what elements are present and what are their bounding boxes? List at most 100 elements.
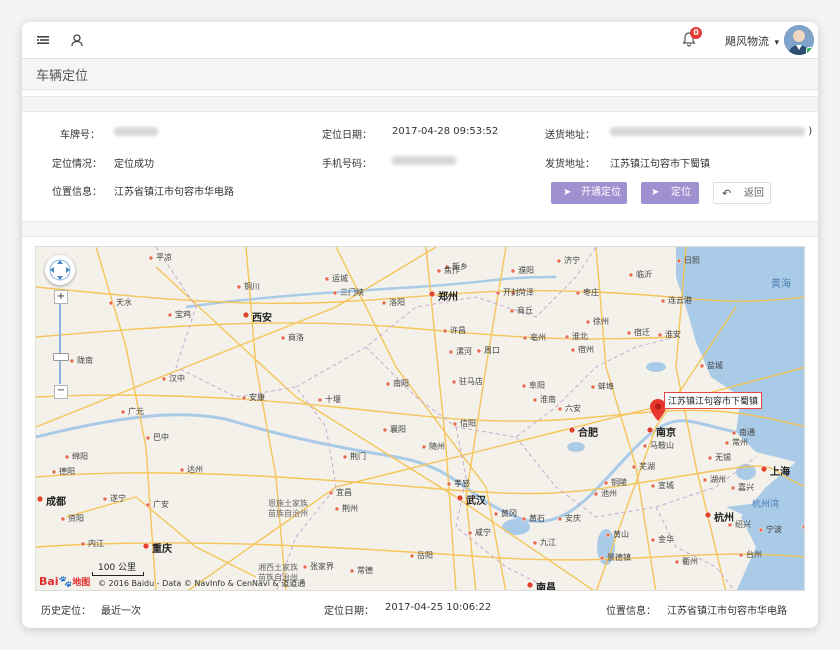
city-label: 台州	[746, 550, 762, 559]
city-label: 铜陵	[611, 478, 627, 487]
city-dot	[493, 511, 499, 517]
map-view[interactable]: 平凉 运城 焦作 新乡 濮阳 济宁 临沂 日照 铜川 三门峡 天水 宝鸡 西安 洛阳 郑州 开封 菏泽 枣庄 连云港…	[35, 246, 805, 591]
city-label: 铜川	[244, 282, 260, 291]
status-label: 定位情况：	[52, 159, 102, 170]
city-dot	[642, 443, 648, 449]
city-dot	[167, 312, 173, 318]
city-label: 宁波	[766, 525, 782, 534]
city-label: 内江	[88, 539, 104, 548]
city-dot	[69, 358, 75, 364]
baidu-logo: Bai🐾地图	[39, 575, 91, 588]
avatar[interactable]	[784, 25, 814, 55]
city-dot	[102, 496, 108, 502]
city-label: 平凉	[156, 253, 172, 262]
city-label: 嘉兴	[738, 483, 754, 492]
city-dot	[302, 564, 308, 570]
zoom-slider-handle[interactable]	[53, 353, 69, 361]
city-label: 黄石	[529, 514, 545, 523]
city-label: 信阳	[460, 419, 476, 428]
city-label: 荆州	[342, 504, 358, 513]
city-label: 菏泽	[518, 288, 534, 297]
city-dot	[532, 397, 538, 403]
zoom-in-button[interactable]: +	[54, 290, 68, 304]
city-label: 商丘	[517, 306, 533, 315]
city-dot	[280, 335, 286, 341]
top-bar: 0 飓风物流 ▾	[22, 22, 818, 59]
road	[36, 465, 804, 495]
city-label: 西安	[252, 313, 272, 324]
city-label: 常州	[732, 438, 748, 447]
city-dot	[409, 553, 415, 559]
phone-label: 手机号码：	[322, 159, 372, 170]
chevron-down-icon: ▾	[774, 38, 780, 48]
phone-value	[392, 155, 456, 166]
city-dot	[532, 540, 538, 546]
city-label: 宿迁	[634, 328, 650, 337]
city-dot	[702, 477, 708, 483]
city-dot	[332, 290, 338, 296]
city-label: 资阳	[68, 514, 84, 523]
city-label: 张家界	[310, 562, 334, 571]
city-dot	[242, 311, 250, 319]
city-label: 日照	[684, 256, 700, 265]
menu-toggle-icon[interactable]	[36, 32, 52, 48]
ship-value: 江苏镇江句容市下蜀镇	[610, 159, 710, 170]
city-dot	[564, 334, 570, 340]
city-label: 许昌	[450, 326, 466, 335]
delivery-value: )	[610, 126, 812, 137]
city-label: 陇南	[77, 356, 93, 365]
city-label: 金华	[658, 535, 674, 544]
city-label: 漯河	[456, 347, 472, 356]
city-label: 马鞍山	[650, 441, 674, 450]
city-dot	[707, 455, 713, 461]
open-location-button[interactable]: ➤ 开通定位	[551, 182, 627, 204]
city-label: 宣城	[658, 481, 674, 490]
zoom-out-button[interactable]: −	[54, 385, 68, 399]
locate-label: 定位	[671, 187, 691, 198]
city-label: 十堰	[325, 395, 341, 404]
city-label: 驻马店	[459, 377, 483, 386]
user-menu[interactable]: 飓风物流 ▾	[725, 33, 779, 49]
undo-icon: ↶	[722, 187, 732, 200]
position-value: 江苏省镇江市句容市华电路	[114, 187, 234, 198]
city-dot	[328, 490, 334, 496]
city-dot	[660, 298, 666, 304]
notification-badge: 0	[690, 27, 702, 39]
city-label: 德阳	[59, 467, 75, 476]
city-label: 淮安	[665, 330, 681, 339]
city-label: 安康	[249, 393, 265, 402]
city-label: 合肥	[578, 428, 598, 439]
locate-button[interactable]: ➤ 定位	[641, 182, 699, 204]
city-dot	[456, 494, 464, 502]
pan-control[interactable]	[45, 255, 75, 285]
city-dot	[80, 541, 86, 547]
city-label: 湖州	[710, 475, 726, 484]
city-dot	[650, 483, 656, 489]
city-dot	[724, 440, 730, 446]
sea-label: 黄海	[771, 279, 791, 290]
back-button[interactable]: ↶ 返回	[713, 182, 771, 204]
city-label: 连云港	[668, 296, 692, 305]
city-dot	[179, 467, 185, 473]
city-label: 池州	[601, 489, 617, 498]
city-label: 南阳	[393, 379, 409, 388]
city-dot	[526, 581, 534, 589]
city-dot	[628, 272, 634, 278]
city-dot	[108, 300, 114, 306]
position-label: 位置信息：	[52, 187, 102, 198]
city-dot	[495, 290, 501, 296]
city-label: 阜阳	[529, 381, 545, 390]
city-dot	[467, 530, 473, 536]
zoom-slider-track[interactable]	[59, 304, 61, 384]
city-dot	[236, 284, 242, 290]
city-label: 徐州	[593, 317, 609, 326]
city-dot	[317, 397, 323, 403]
city-dot	[442, 328, 448, 334]
city-dot	[585, 319, 591, 325]
city-label: 运城	[332, 274, 348, 283]
user-icon[interactable]	[70, 32, 86, 48]
city-label: 绵阳	[72, 452, 88, 461]
city-dot	[451, 379, 457, 385]
city-dot	[657, 332, 663, 338]
city-dot	[599, 555, 605, 561]
